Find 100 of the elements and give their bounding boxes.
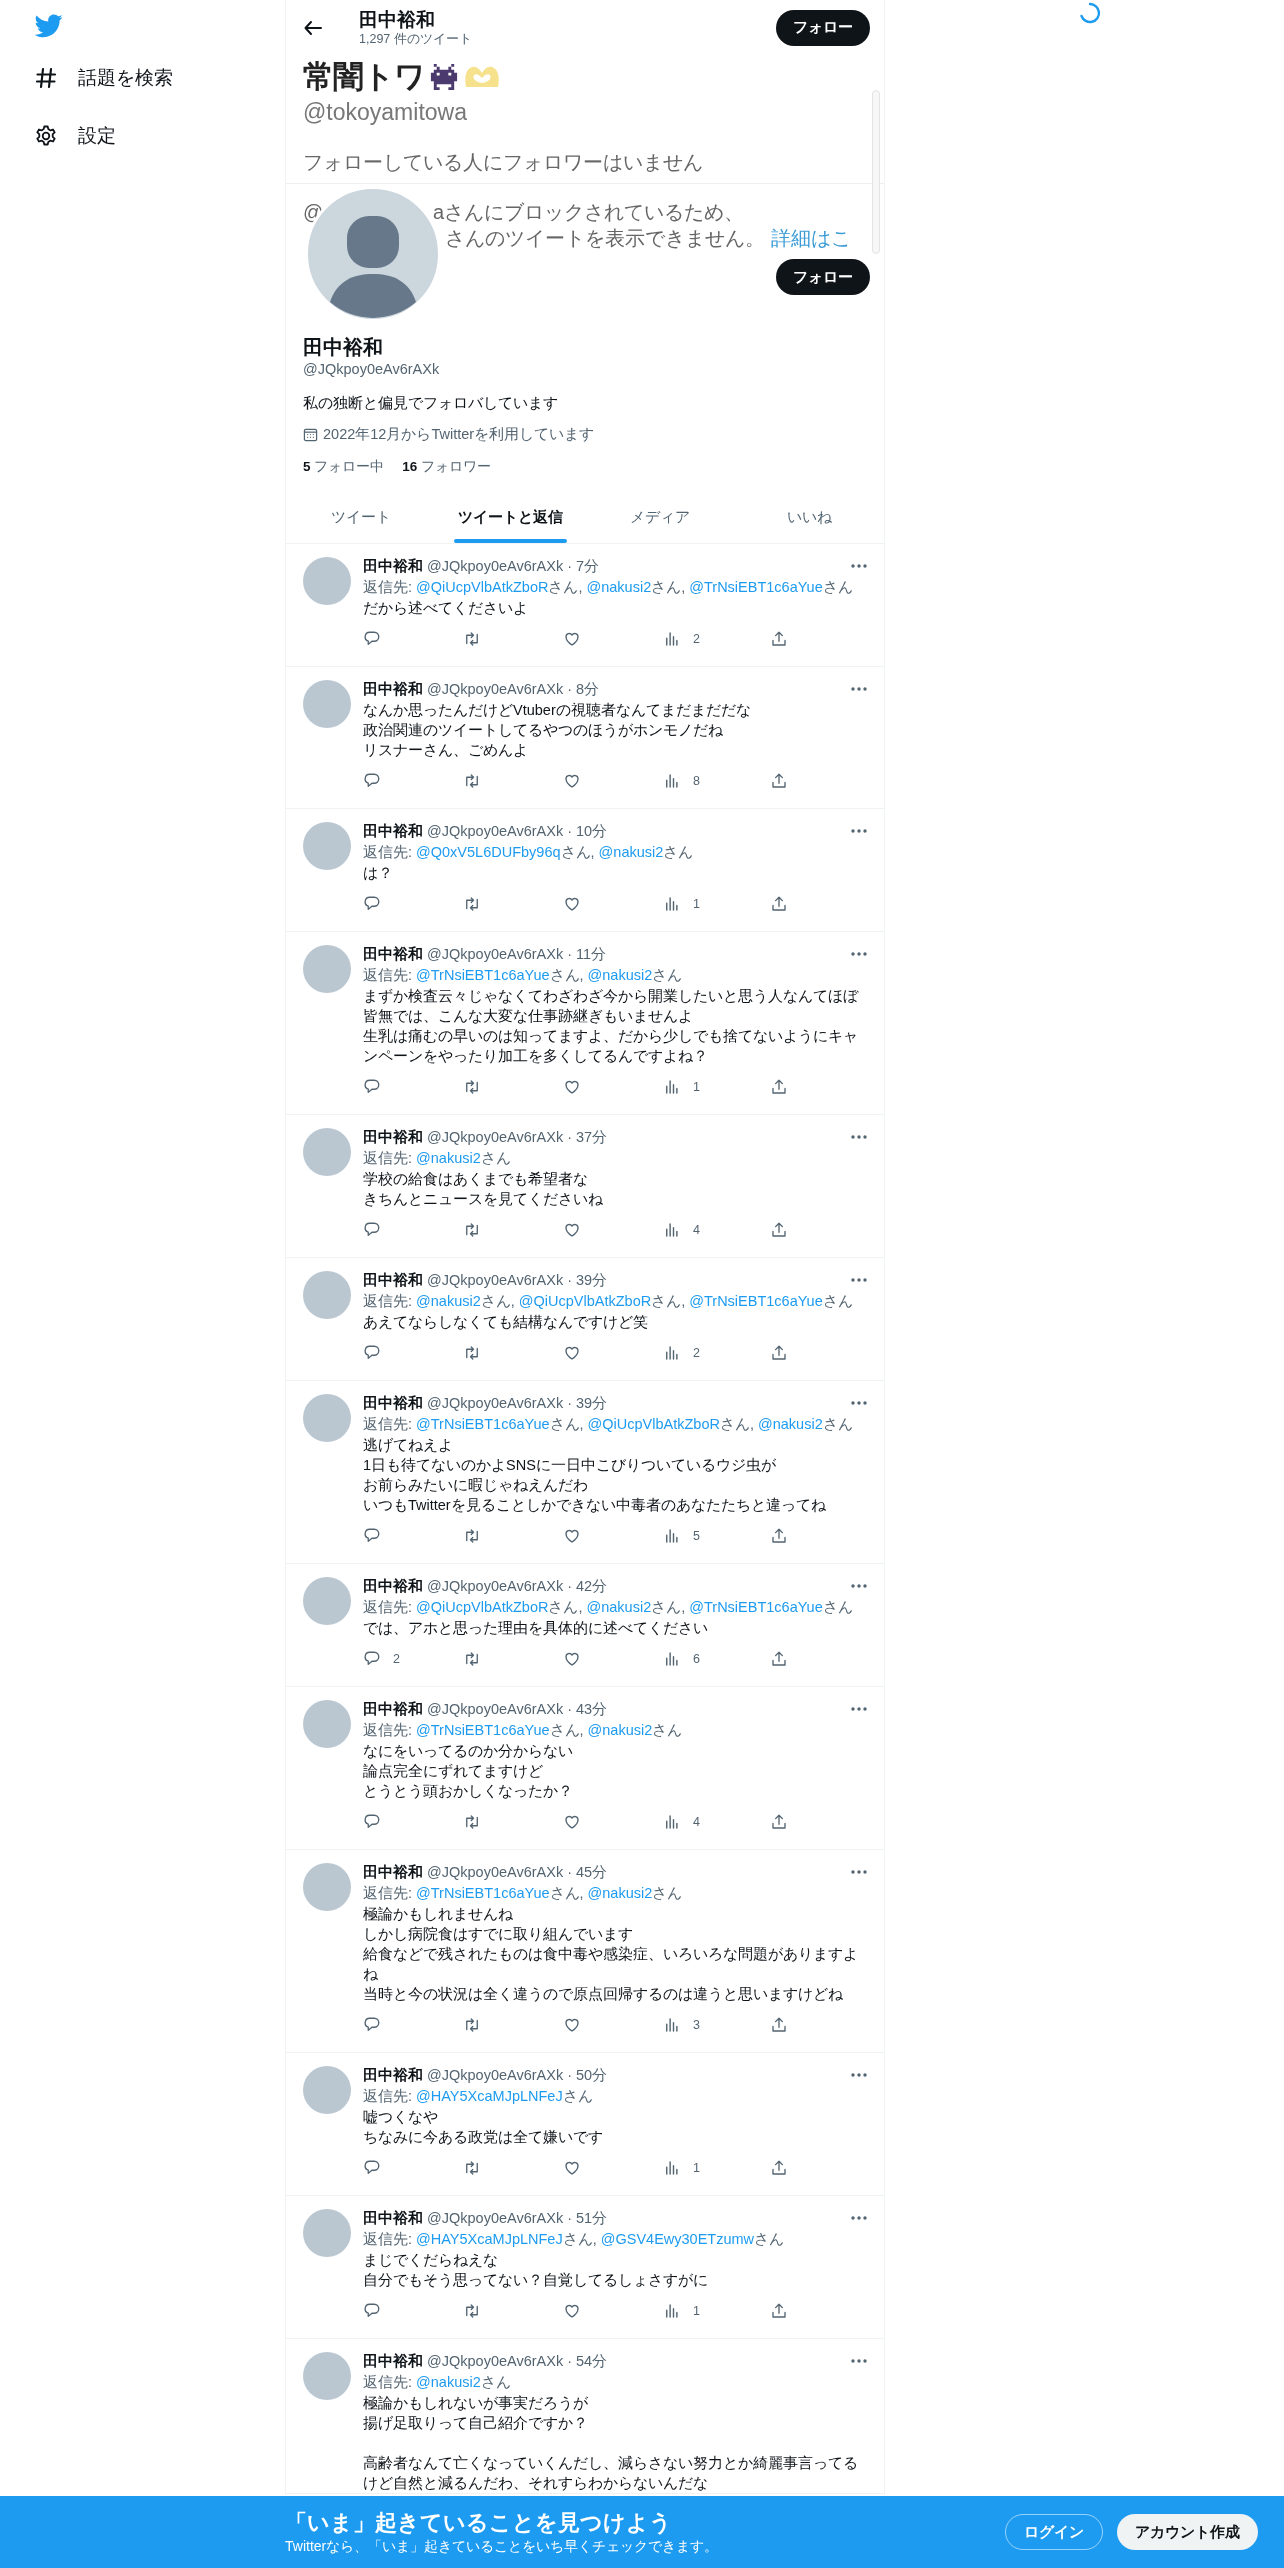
tweet-text: なにをいってるのか分からない <box>363 1742 574 1761</box>
reply-to-line: 返信先: @nakusi2 さん, @QiUcpVlbAtkZboRさん, @TrNsiEBT1c6aYue さん <box>363 1292 854 1311</box>
author-handle: @JQkpoy0eAv6rAXk · 37分 <box>427 1127 609 1147</box>
share-icon <box>770 2302 788 2320</box>
views-button[interactable]: 8 <box>663 770 700 792</box>
author-handle: @JQkpoy0eAv6rAXk · 43分 <box>427 1699 609 1719</box>
tab[interactable]: ツイート <box>286 491 436 543</box>
reply-icon <box>363 1344 381 1362</box>
join-date: 2022年12月からTwitterを利用しています <box>323 424 595 444</box>
share-icon <box>770 1527 788 1545</box>
reply-to-line: 返信先: @nakusi2 さん <box>363 1149 512 1168</box>
views-button[interactable]: 4 <box>663 1811 700 1833</box>
reply-icon <box>363 2016 381 2034</box>
views-icon <box>663 630 681 648</box>
share-icon <box>770 1344 788 1362</box>
author-name[interactable]: 田中裕和 <box>363 556 423 576</box>
share-icon <box>770 1221 788 1239</box>
author-handle: @JQkpoy0eAv6rAXk · 7分 <box>427 556 601 576</box>
author-name[interactable]: 田中裕和 <box>363 1270 423 1290</box>
loading-spinner-icon <box>1078 1 1102 25</box>
author-name[interactable]: 田中裕和 <box>363 1862 423 1882</box>
follow-button[interactable]: フォロー <box>776 9 870 46</box>
like-icon <box>563 2159 581 2177</box>
tweet-text: とうとう頭おかしくなったか？ <box>363 1782 574 1801</box>
tweet-text: きちんとニュースを見てくださいね <box>363 1190 604 1209</box>
author-name[interactable]: 田中裕和 <box>363 944 423 964</box>
follow-button[interactable]: フォロー <box>776 259 870 295</box>
share-icon <box>770 1813 788 1831</box>
views-button[interactable]: 1 <box>663 893 700 915</box>
settings-icon[interactable] <box>34 124 58 148</box>
views-button[interactable]: 1 <box>663 2157 700 2179</box>
reply-icon <box>363 1221 381 1239</box>
tab[interactable]: ツイートと返信 <box>435 491 585 543</box>
views-button[interactable]: 3 <box>663 2014 700 2036</box>
reply-to-line: 返信先: @QiUcpVlbAtkZboRさん, @nakusi2さん, @TrNsiEBT1c6aYue さん <box>363 578 854 597</box>
tweet-text: だから述べてくださいよ <box>363 599 529 618</box>
author-handle: @JQkpoy0eAv6rAXk · 39分 <box>427 1270 609 1290</box>
tweet-text: まずか検査云々じゃなくてわざわざ今から開業したいと思う人なんてほぼ皆無では、こんな大変な仕事跡継ぎもいませんよ <box>363 987 858 1026</box>
author-name[interactable]: 田中裕和 <box>363 2208 423 2228</box>
banner-subtitle: Twitterなら、「いま」起きていることをいち早くチェックできます。 <box>285 2537 719 2555</box>
nav-item[interactable]: 設定 <box>34 118 116 154</box>
tab[interactable]: いいね <box>734 491 884 543</box>
tweet-text: では、アホと思った理由を具体的に述べてください <box>363 1619 709 1638</box>
views-button[interactable]: 2 <box>663 1342 700 1364</box>
hashtag-icon[interactable] <box>34 66 58 90</box>
reply-icon <box>363 2159 381 2177</box>
views-button[interactable]: 6 <box>663 1648 700 1670</box>
signup-button[interactable]: アカウント作成 <box>1117 2514 1258 2550</box>
author-name[interactable]: 田中裕和 <box>363 1576 423 1596</box>
views-icon <box>663 1344 681 1362</box>
reply-icon <box>363 772 381 790</box>
blocked-text: さんのツイートを表示できません。 <box>445 226 765 251</box>
retweet-icon <box>463 1344 481 1362</box>
following-link[interactable]: 5 フォロー中 <box>303 457 385 477</box>
reply-to-line: 返信先: @HAY5XcaMJpLNFeJ さん <box>363 2087 594 2106</box>
share-icon <box>770 2159 788 2177</box>
space-invader-icon <box>428 61 460 93</box>
followers-link[interactable]: 16 フォロワー <box>402 457 492 477</box>
author-name[interactable]: 田中裕和 <box>363 821 423 841</box>
tab[interactable]: メディア <box>585 491 735 543</box>
tweet-text: は？ <box>363 864 394 883</box>
reply-to-line: 返信先: @QiUcpVlbAtkZboRさん, @nakusi2さん, @TrNsiEBT1c6aYue さん <box>363 1598 854 1617</box>
scrollbar[interactable] <box>872 90 880 254</box>
author-name[interactable]: 田中裕和 <box>363 2351 423 2371</box>
tweet-text: 当時と今の状況は全く違うので原点回帰するのは違うと思いますけどね <box>363 1985 844 2004</box>
tweet-text: 学校の給食はあくまでも希望者な <box>363 1170 589 1189</box>
nav-item[interactable]: 話題を検索 <box>34 60 173 96</box>
author-name[interactable]: 田中裕和 <box>363 2065 423 2085</box>
author-handle: @JQkpoy0eAv6rAXk · 51分 <box>427 2208 609 2228</box>
calendar-icon <box>303 426 318 442</box>
views-button[interactable]: 1 <box>663 2300 700 2322</box>
retweet-icon <box>463 895 481 913</box>
author-handle: @JQkpoy0eAv6rAXk · 42分 <box>427 1576 609 1596</box>
share-icon <box>770 772 788 790</box>
views-icon <box>663 2159 681 2177</box>
author-name[interactable]: 田中裕和 <box>363 1699 423 1719</box>
views-icon <box>663 1078 681 1096</box>
reply-button[interactable]: 2 <box>363 1648 400 1670</box>
views-button[interactable]: 5 <box>663 1525 700 1547</box>
tweet-text: 嘘つくなや <box>363 2108 439 2127</box>
tweet-text: お前らみたいに暇じゃねえんだわ <box>363 1476 589 1495</box>
profile-handle: @JQkpoy0eAv6rAXk <box>303 360 441 379</box>
like-icon <box>563 1221 581 1239</box>
author-name[interactable]: 田中裕和 <box>363 1393 423 1413</box>
views-button[interactable]: 2 <box>663 628 700 650</box>
views-button[interactable]: 1 <box>663 1076 700 1098</box>
retweet-icon <box>463 1813 481 1831</box>
reply-icon <box>363 1650 381 1668</box>
like-icon <box>563 1344 581 1362</box>
author-name[interactable]: 田中裕和 <box>363 679 423 699</box>
reply-icon <box>363 1078 381 1096</box>
author-name[interactable]: 田中裕和 <box>363 1127 423 1147</box>
views-button[interactable]: 4 <box>663 1219 700 1241</box>
tweet-text: 極論かもしれませんね <box>363 1905 514 1924</box>
tweet-text: 極論かもしれないが事実だろうが <box>363 2394 589 2413</box>
reply-to-line: 返信先: @TrNsiEBT1c6aYue さん, @nakusi2さん <box>363 1884 684 1903</box>
author-handle: @JQkpoy0eAv6rAXk · 8分 <box>427 679 601 699</box>
retweet-icon <box>463 2302 481 2320</box>
bird-icon[interactable] <box>35 14 63 38</box>
tweet-text: 生乳は痛むの早いのは知ってますよ、だから少しでも捨てないようにキャンペーンをやったり加工を多くしてるんですよね？ <box>363 1027 858 1066</box>
